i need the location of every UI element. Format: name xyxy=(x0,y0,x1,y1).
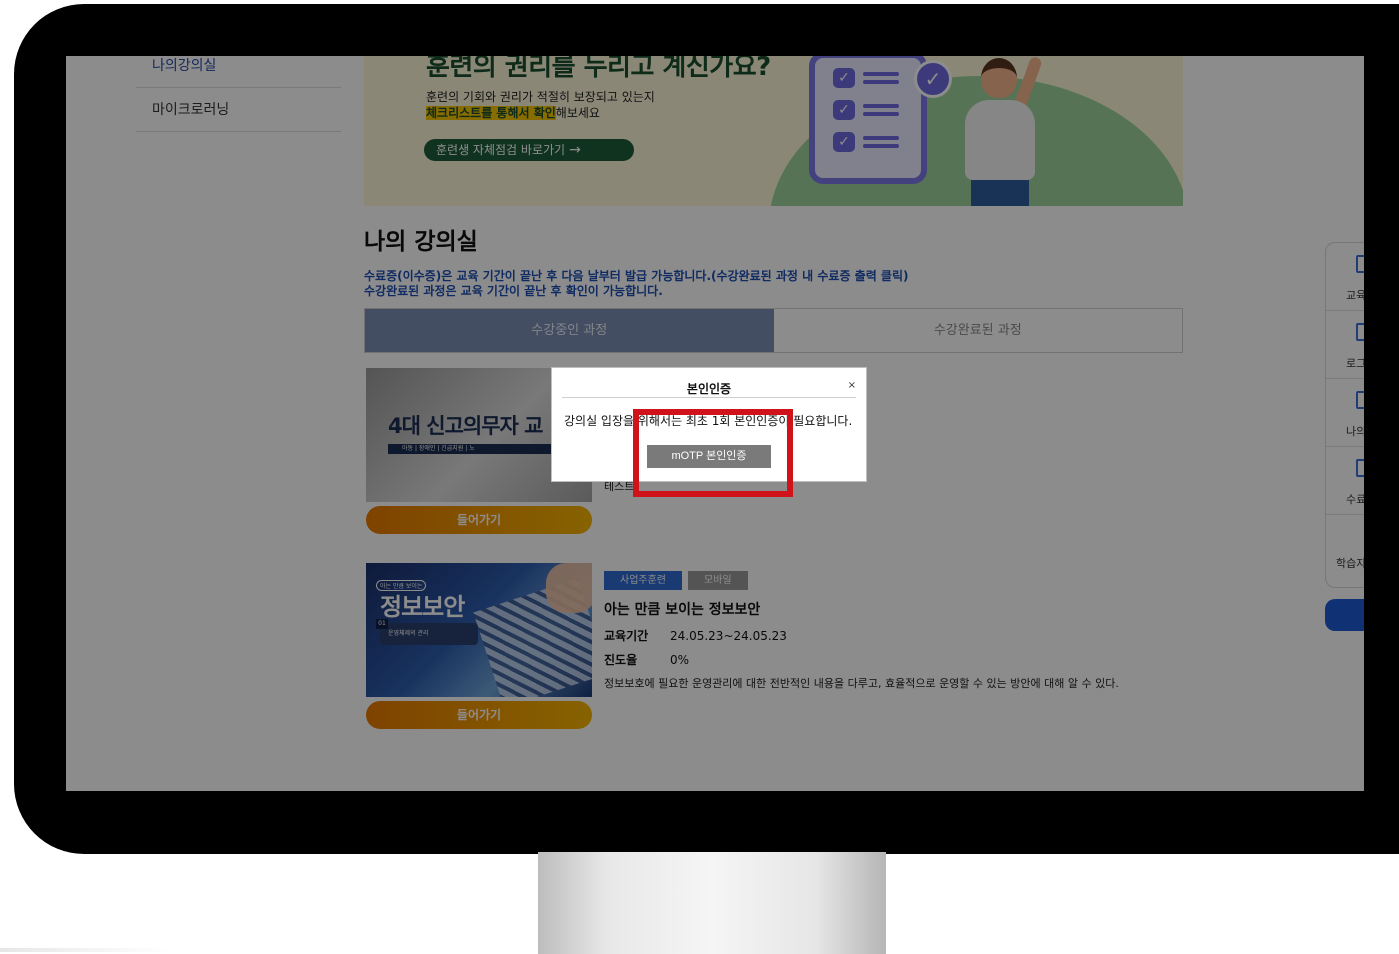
floor-shadow xyxy=(0,948,170,952)
close-icon[interactable]: × xyxy=(848,380,856,391)
highlight-box xyxy=(633,409,793,497)
modal-title: 본인인증 xyxy=(562,380,856,398)
monitor-stand xyxy=(538,852,886,954)
